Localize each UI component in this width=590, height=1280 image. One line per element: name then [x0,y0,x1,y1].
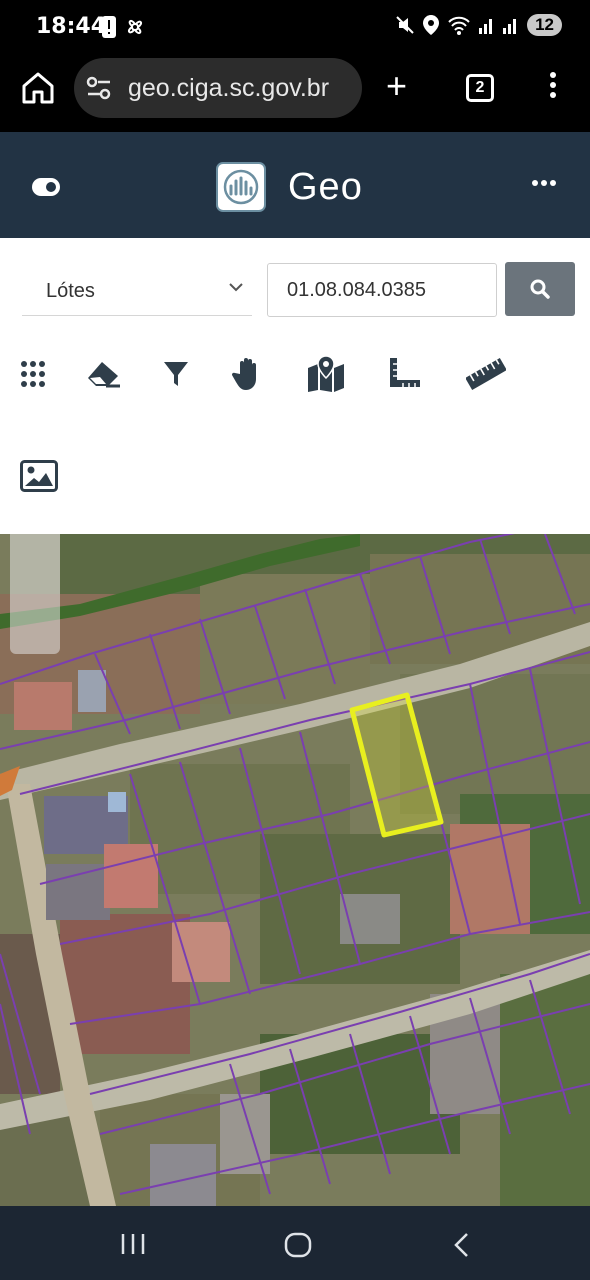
image-icon[interactable] [20,460,58,492]
filter-icon[interactable] [156,354,196,394]
app-header: Geo [0,132,590,238]
status-right-icons: 12 [395,14,562,36]
apps-grid-icon[interactable] [16,354,56,394]
location-icon [423,15,440,35]
home-icon[interactable] [20,70,56,106]
system-nav-bar [0,1206,590,1280]
map-marker-icon[interactable] [306,354,346,394]
map-view[interactable] [0,534,590,1206]
map-canvas[interactable] [0,534,590,1206]
ruler-icon[interactable] [466,354,506,394]
alert-icon [102,16,116,38]
chevron-down-icon [229,283,243,292]
geo-logo [216,162,266,212]
site-settings-icon[interactable] [86,76,112,100]
wifi-icon [448,16,470,35]
address-bar[interactable]: geo.ciga.sc.gov.br [74,58,362,118]
status-bar: 18:44 12 [0,0,590,56]
lot-search-input[interactable] [267,263,497,317]
layer-select[interactable]: Lótes [22,264,252,316]
home-nav-icon[interactable] [284,1232,312,1258]
recent-apps-icon[interactable] [120,1232,146,1256]
eraser-icon[interactable] [84,354,124,394]
measure-area-icon[interactable] [386,354,426,394]
pan-hand-icon[interactable] [228,354,268,394]
url-text: geo.ciga.sc.gov.br [128,74,330,102]
map-zoom-control[interactable] [10,534,60,654]
tab-switcher-button[interactable]: 2 [466,74,494,102]
signal-icon [479,19,493,34]
notification-badge: 12 [527,14,562,36]
browser-menu-icon[interactable] [550,72,556,102]
search-button[interactable] [505,262,575,316]
status-time: 18:44 [36,14,107,39]
logo-icon [223,169,259,205]
layer-select-value: Lótes [46,280,95,302]
signal-icon-2 [503,19,517,34]
new-tab-button[interactable]: + [386,68,407,104]
status-left-icons [102,16,146,38]
app-title: Geo [288,166,363,208]
fan-icon [127,19,143,35]
back-icon[interactable] [452,1232,472,1258]
tool-panel: Lótes [0,238,590,534]
more-menu-icon[interactable] [532,180,556,186]
sidebar-toggle[interactable] [32,178,60,196]
search-icon [530,279,550,299]
mute-icon [396,16,414,34]
browser-toolbar: geo.ciga.sc.gov.br + 2 [0,56,590,132]
